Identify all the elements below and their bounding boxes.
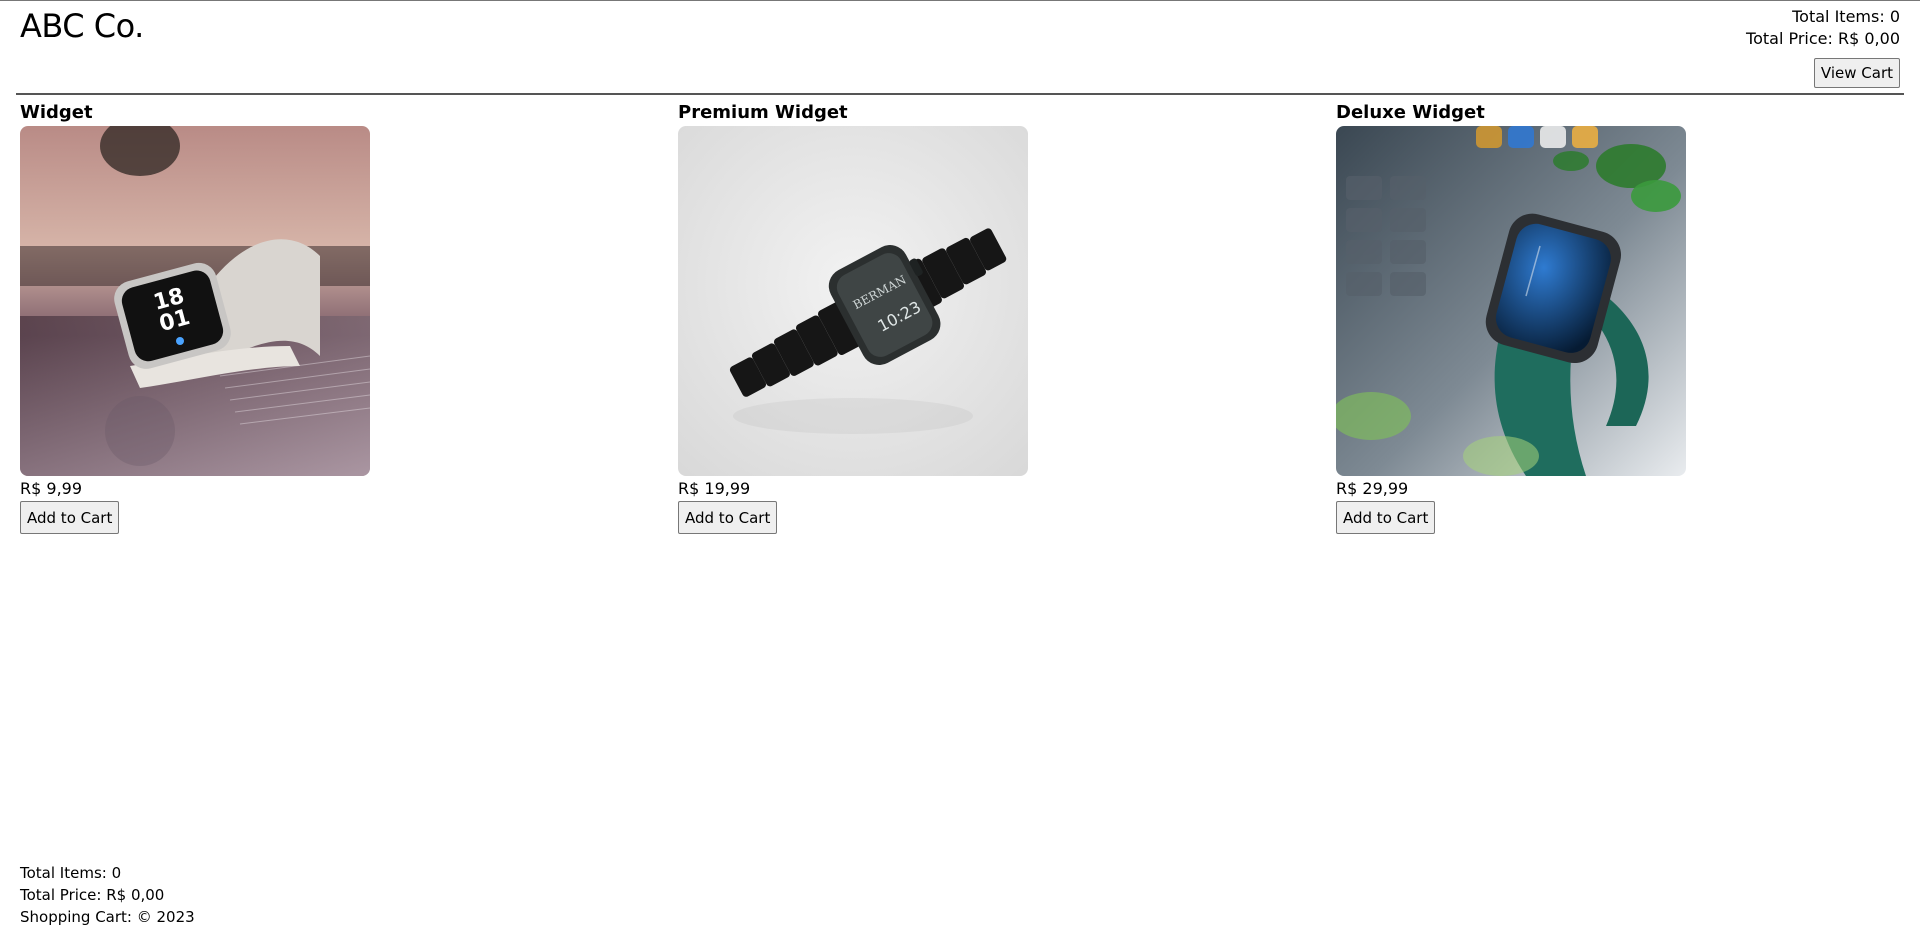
add-to-cart-button[interactable]: Add to Cart [20,501,120,534]
product-image: 18 01 [20,126,370,476]
product-name: Premium Widget [678,102,848,123]
product-grid: Widget 18 01 R$ 9,99 Add to Cart Premium… [20,100,1920,550]
product-card: Widget 18 01 R$ 9,99 Add to Cart [20,100,420,534]
footer-total-price: Total Price: R$ 0,00 [20,886,165,904]
product-card: Premium Widget BERMAN 10:23 R$ 19,99 Add… [678,100,1078,534]
brand-logo: ABC Co. [20,7,144,45]
smartwatch-black-metal-band-image: BERMAN 10:23 [678,126,1028,476]
product-name: Widget [20,102,93,123]
product-price: R$ 19,99 [678,479,751,498]
product-price: R$ 9,99 [20,479,83,498]
footer-copyright: Shopping Cart: © 2023 [20,908,195,926]
product-image: BERMAN 10:23 [678,126,1028,476]
add-to-cart-button[interactable]: Add to Cart [1336,501,1436,534]
product-price: R$ 29,99 [1336,479,1409,498]
smartwatch-green-leather-band-image [1336,126,1686,476]
add-to-cart-button[interactable]: Add to Cart [678,501,778,534]
header-total-items: Total Items: 0 [1792,7,1900,26]
view-cart-button[interactable]: View Cart [1813,58,1900,88]
product-name: Deluxe Widget [1336,102,1485,123]
smartwatch-white-band-image: 18 01 [20,126,370,476]
product-card: Deluxe Widget R$ 29,99 Add to Cart [1336,100,1736,534]
cart-summary: Total Items: 0 Total Price: R$ 0,00 [1746,6,1900,50]
site-header: ABC Co. Total Items: 0 Total Price: R$ 0… [16,1,1904,95]
product-image [1336,126,1686,476]
site-footer: Total Items: 0 Total Price: R$ 0,00 Shop… [20,862,195,928]
footer-total-items: Total Items: 0 [20,864,122,882]
header-total-price: Total Price: R$ 0,00 [1746,29,1900,48]
